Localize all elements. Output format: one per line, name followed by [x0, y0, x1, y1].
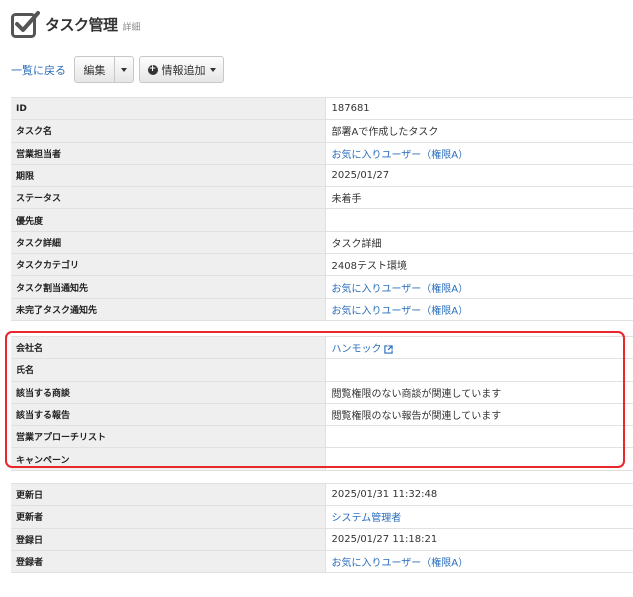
edit-button-label: 編集: [83, 63, 106, 77]
field-value: [325, 358, 633, 382]
field-label: 更新者: [11, 505, 326, 529]
caret-down-icon: [121, 67, 127, 72]
field-value: [325, 208, 633, 232]
field-value: [325, 447, 633, 471]
field-label: 期限: [11, 164, 326, 188]
field-label: ID: [11, 96, 326, 121]
field-value-link[interactable]: システム管理者: [332, 513, 402, 524]
field-label: キャンペーン: [11, 447, 326, 471]
field-value: 2025/01/27: [325, 164, 633, 188]
back-to-list-link[interactable]: 一覧に戻る: [11, 62, 66, 78]
detail-row: タスク詳細 タスク詳細: [11, 231, 633, 255]
detail-row: 営業担当者 お気に入りユーザー（権限A）: [11, 142, 633, 165]
field-value-link[interactable]: お気に入りユーザー（権限A）: [332, 558, 469, 569]
detail-row: 登録日 2025/01/27 11:18:21: [11, 528, 633, 551]
detail-row: 未完了タスク通知先 お気に入りユーザー（権限A）: [11, 298, 633, 321]
toolbar: 一覧に戻る 編集 + 情報追加: [11, 56, 224, 83]
field-label: タスクカテゴリ: [11, 253, 326, 277]
field-label: 氏名: [11, 358, 326, 382]
field-value-link[interactable]: お気に入りユーザー（権限A）: [332, 306, 469, 317]
field-value-link[interactable]: お気に入りユーザー（権限A）: [332, 284, 469, 295]
edit-dropdown-toggle[interactable]: [115, 56, 134, 83]
plus-circle-icon: +: [147, 64, 158, 75]
detail-row: 更新者 システム管理者: [11, 505, 633, 529]
caret-down-icon: [209, 67, 216, 72]
task-detail-table: ID 187681 タスク名 部署Aで作成したタスク 営業担当者 お気に入りユーザー（権限…: [11, 96, 633, 321]
field-value: 未着手: [325, 186, 633, 210]
field-label: タスク割当通知先: [11, 275, 326, 299]
field-label: タスク詳細: [11, 231, 326, 255]
field-value: 2408テスト環境: [325, 253, 633, 277]
field-label: タスク名: [11, 119, 326, 143]
field-label: 登録者: [11, 550, 326, 574]
page-title: タスク管理: [45, 15, 118, 34]
field-label: ステータス: [11, 186, 326, 210]
field-label: 該当する報告: [11, 403, 326, 427]
field-label: 該当する商談: [11, 381, 326, 404]
external-link-icon[interactable]: [383, 344, 393, 354]
page-subtitle: 詳細: [122, 22, 141, 33]
field-value: 2025/01/27 11:18:21: [325, 528, 633, 551]
record-meta-table: 更新日 2025/01/31 11:32:48 更新者 システム管理者 登録日 2025/…: [11, 482, 633, 574]
field-value: [325, 425, 633, 449]
field-value: ハンモック: [325, 335, 633, 360]
field-value: 閲覧権限のない報告が関連しています: [325, 403, 633, 427]
field-label: 未完了タスク通知先: [11, 298, 326, 321]
field-value: 187681: [325, 96, 633, 121]
detail-row: 営業アプローチリスト: [11, 425, 633, 449]
field-value: お気に入りユーザー（権限A）: [325, 142, 633, 165]
field-value: お気に入りユーザー（権限A）: [325, 550, 633, 574]
detail-row: 優先度: [11, 208, 633, 232]
detail-row: タスク割当通知先 お気に入りユーザー（権限A）: [11, 275, 633, 299]
field-label: 会社名: [11, 335, 326, 360]
edit-button[interactable]: 編集: [74, 56, 115, 83]
field-value: タスク詳細: [325, 231, 633, 255]
add-info-button[interactable]: + 情報追加: [139, 56, 224, 83]
field-label: 登録日: [11, 528, 326, 551]
field-label: 営業アプローチリスト: [11, 425, 326, 449]
field-value: システム管理者: [325, 505, 633, 529]
field-value: お気に入りユーザー（権限A）: [325, 298, 633, 321]
add-info-label: 情報追加: [161, 63, 206, 77]
detail-row: 更新日 2025/01/31 11:32:48: [11, 482, 633, 507]
detail-row: キャンペーン: [11, 447, 633, 471]
detail-row: タスク名 部署Aで作成したタスク: [11, 119, 633, 143]
field-label: 更新日: [11, 482, 326, 507]
detail-row: 氏名: [11, 358, 633, 382]
detail-row: タスクカテゴリ 2408テスト環境: [11, 253, 633, 277]
page-header: タスク管理 詳細: [11, 9, 141, 39]
field-label: 優先度: [11, 208, 326, 232]
field-value-link[interactable]: お気に入りユーザー（権限A）: [332, 150, 469, 161]
detail-row: ステータス 未着手: [11, 186, 633, 210]
field-value: 閲覧権限のない商談が関連しています: [325, 381, 633, 404]
field-value: お気に入りユーザー（権限A）: [325, 275, 633, 299]
detail-row: 会社名 ハンモック: [11, 335, 633, 360]
detail-row: 登録者 お気に入りユーザー（権限A）: [11, 550, 633, 574]
checkbox-icon: [11, 10, 40, 38]
detail-row: ID 187681: [11, 96, 633, 121]
detail-row: 該当する報告 閲覧権限のない報告が関連しています: [11, 403, 633, 427]
field-label: 営業担当者: [11, 142, 326, 165]
related-info-table: 会社名 ハンモック 氏名 該当する商談 閲覧権限のない商談が関連しています 該当する報告閲…: [11, 335, 633, 471]
field-value: 2025/01/31 11:32:48: [325, 482, 633, 507]
detail-row: 期限 2025/01/27: [11, 164, 633, 188]
detail-row: 該当する商談 閲覧権限のない商談が関連しています: [11, 381, 633, 404]
field-value-link[interactable]: ハンモック: [332, 344, 382, 355]
field-value: 部署Aで作成したタスク: [325, 119, 633, 143]
